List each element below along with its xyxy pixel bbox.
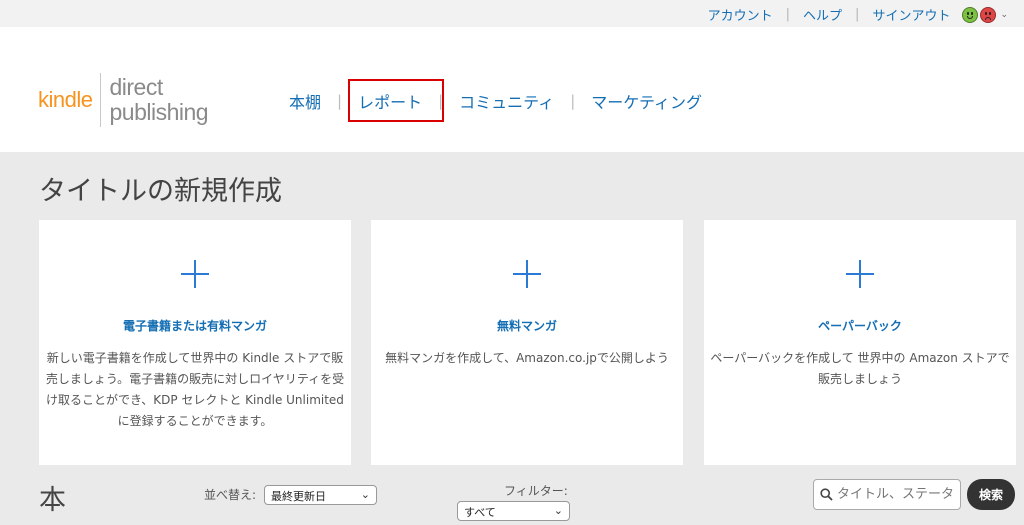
happy-face-icon[interactable] — [962, 6, 979, 23]
search-icon — [820, 488, 833, 501]
main-header: kindle direct publishing 本棚 | レポート | コミュ… — [0, 27, 1024, 152]
card-description: ペーパーバックを作成して 世界中の Amazon ストアで販売しましょう — [710, 351, 1010, 386]
separator: | — [785, 7, 791, 22]
account-link[interactable]: アカウント — [708, 5, 773, 24]
nav-separator: | — [337, 92, 343, 110]
signout-link[interactable]: サインアウト — [872, 5, 950, 24]
sort-select[interactable]: 最終更新日 ⌄ — [264, 485, 377, 505]
create-ebook-card[interactable]: 電子書籍または有料マンガ 新しい電子書籍を作成して世界中の Kindle ストア… — [39, 220, 351, 465]
create-free-manga-card[interactable]: 無料マンガ 無料マンガを作成して、Amazon.co.jpで公開しよう — [371, 220, 683, 465]
search-button[interactable]: 検索 — [967, 479, 1015, 510]
chevron-down-icon: ⌄ — [360, 488, 370, 501]
card-title[interactable]: 無料マンガ — [371, 317, 683, 334]
create-paperback-card[interactable]: ペーパーバック ペーパーバックを作成して 世界中の Amazon ストアで販売し… — [704, 220, 1016, 465]
nav-separator: | — [570, 92, 576, 110]
sort-select-value: 最終更新日 — [271, 490, 326, 503]
card-description: 新しい電子書籍を作成して世界中の Kindle ストアで販売しましょう。電子書籍… — [45, 351, 345, 428]
sad-face-icon[interactable] — [980, 6, 997, 23]
page-title: タイトルの新規作成 — [39, 176, 282, 207]
card-title[interactable]: 電子書籍または有料マンガ — [39, 317, 351, 334]
top-links: アカウント | ヘルプ | サインアウト ⌄ — [708, 5, 1008, 24]
search-box[interactable] — [813, 479, 961, 510]
help-link[interactable]: ヘルプ — [803, 5, 842, 24]
nav-bookshelf[interactable]: 本棚 — [289, 89, 321, 113]
plus-icon[interactable] — [846, 260, 874, 288]
logo-direct-publishing: direct publishing — [109, 75, 208, 125]
nav-marketing[interactable]: マーケティング — [591, 89, 702, 113]
logo-publishing-text: publishing — [109, 99, 209, 125]
filter-select-value: すべて — [464, 506, 496, 519]
nav-separator: | — [438, 92, 444, 110]
logo-divider — [100, 73, 102, 127]
feedback-widget[interactable]: ⌄ — [962, 6, 1008, 23]
plus-icon[interactable] — [181, 260, 209, 288]
sort-label: 並べ替え: — [204, 488, 257, 502]
top-utility-bar: アカウント | ヘルプ | サインアウト ⌄ — [0, 0, 1024, 27]
search-input[interactable] — [837, 487, 957, 502]
main-nav: 本棚 | レポート | コミュニティ | マーケティング — [289, 89, 702, 113]
card-description: 無料マンガを作成して、Amazon.co.jpで公開しよう — [385, 351, 669, 365]
chevron-down-icon[interactable]: ⌄ — [1000, 10, 1008, 20]
filter-select[interactable]: すべて ⌄ — [457, 501, 570, 521]
logo-kindle-text: kindle — [38, 87, 93, 112]
card-title[interactable]: ペーパーバック — [704, 317, 1016, 334]
chevron-down-icon: ⌄ — [553, 504, 563, 517]
kdp-logo[interactable]: kindle direct publishing — [38, 73, 209, 127]
filter-label: フィルター: — [504, 484, 568, 498]
books-section-title: 本 — [39, 485, 66, 516]
separator: | — [855, 7, 860, 22]
nav-community[interactable]: コミュニティ — [459, 89, 554, 113]
nav-reports[interactable]: レポート — [358, 89, 422, 113]
plus-icon[interactable] — [513, 260, 541, 288]
logo-direct-text: direct — [109, 74, 163, 100]
